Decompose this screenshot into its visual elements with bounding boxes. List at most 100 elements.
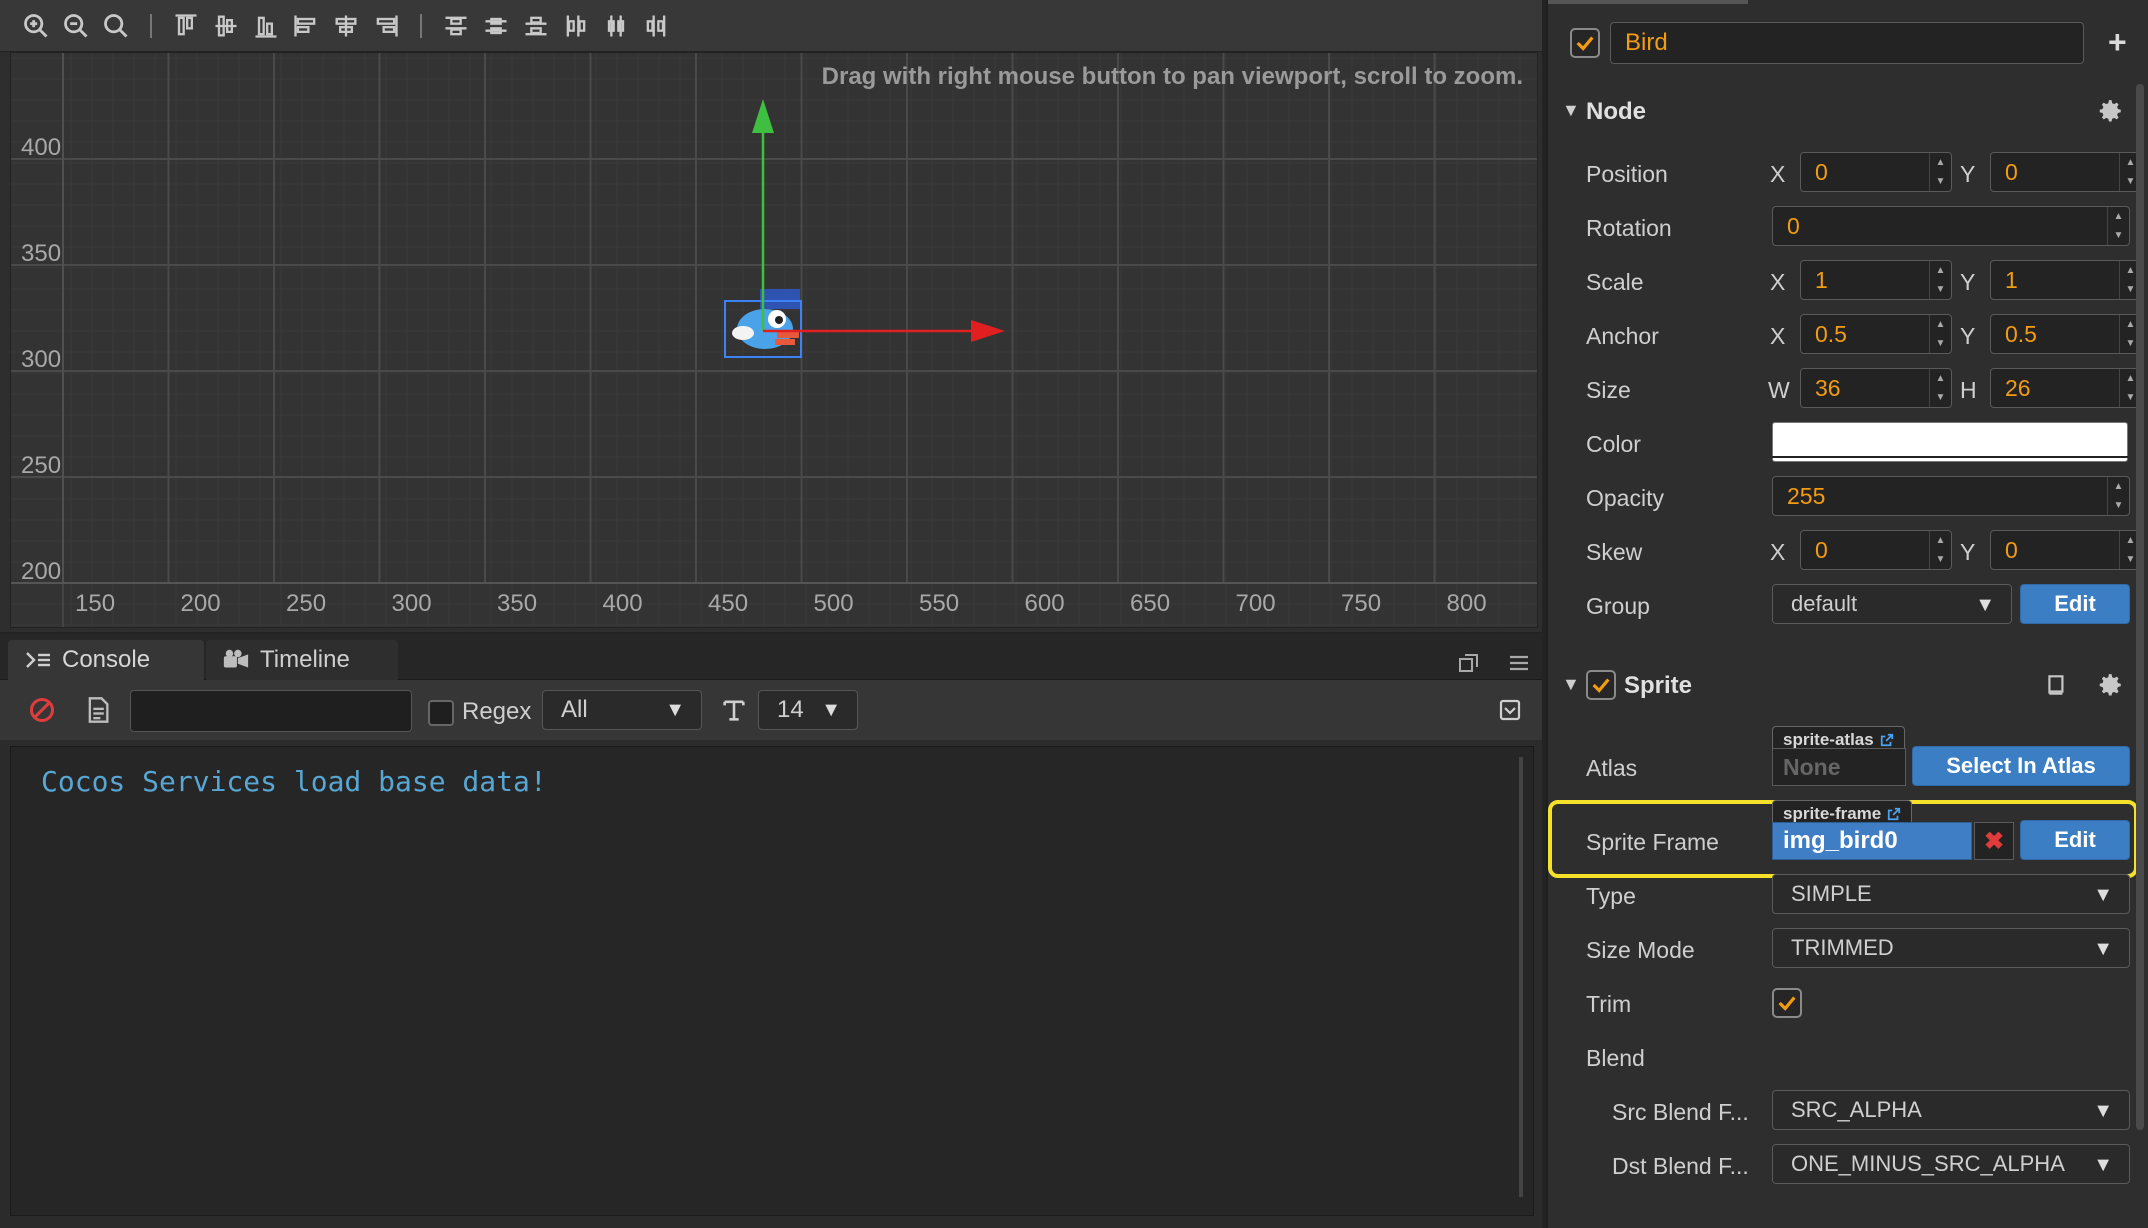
axis-y-label: Y	[1960, 323, 1976, 349]
distribute-h-center-icon[interactable]	[596, 6, 636, 46]
scale-x-input[interactable]: 1 ▲ ▼	[1800, 260, 1952, 300]
check-icon	[1778, 996, 1796, 1011]
regex-checkbox[interactable]	[428, 700, 454, 726]
stepper-icon[interactable]: ▲ ▼	[1929, 261, 1951, 299]
chevron-down-icon: ▼	[2093, 884, 2113, 906]
add-component-icon[interactable]: +	[2108, 24, 2127, 61]
scale-y-input[interactable]: 1 ▲ ▼	[1990, 260, 2142, 300]
y-tick-label: 300	[21, 346, 61, 373]
tab-timeline[interactable]: Timeline	[206, 640, 398, 680]
log-level-select[interactable]: All ▼	[542, 690, 702, 730]
skew-x-input[interactable]: 0 ▲ ▼	[1800, 530, 1952, 570]
help-book-icon[interactable]	[2044, 672, 2070, 698]
stepper-icon[interactable]: ▲ ▼	[1929, 369, 1951, 407]
scene-grid: 400 350 300 250 200 150 200 250 300 350 400 450 500 5…	[11, 53, 1537, 627]
size-label: Size	[1586, 377, 1631, 403]
align-bottom-icon[interactable]	[246, 6, 286, 46]
scene-viewport[interactable]: 400 350 300 250 200 150 200 250 300 350 400 450 500 5…	[10, 52, 1538, 628]
anchor-y-input[interactable]: 0.5 ▲ ▼	[1990, 314, 2142, 354]
group-select[interactable]: default ▼	[1772, 584, 2012, 624]
anchor-x-input[interactable]: 0.5 ▲ ▼	[1800, 314, 1952, 354]
font-size-icon	[723, 700, 745, 721]
clear-icon[interactable]: ✖	[1974, 822, 2014, 860]
open-log-file-icon[interactable]	[84, 696, 112, 724]
scene-panel: 400 350 300 250 200 150 200 250 300 350 400 450 500 5…	[0, 0, 1542, 632]
dst-blend-select[interactable]: ONE_MINUS_SRC_ALPHA ▼	[1772, 1144, 2130, 1184]
group-edit-button[interactable]: Edit	[2020, 584, 2130, 624]
console-filter-input[interactable]	[130, 690, 412, 732]
align-left-icon[interactable]	[286, 6, 326, 46]
zoom-out-icon[interactable]	[56, 6, 96, 46]
tab-console-label: Console	[62, 646, 151, 673]
position-y-value: 0	[2005, 158, 2018, 185]
font-size-value: 14	[777, 696, 804, 723]
check-icon	[1576, 36, 1594, 51]
distribute-bottom-icon[interactable]	[516, 6, 556, 46]
stepper-icon[interactable]: ▲ ▼	[1929, 315, 1951, 353]
distribute-top-icon[interactable]	[436, 6, 476, 46]
log-level-value: All	[561, 696, 588, 723]
stepper-icon[interactable]: ▲ ▼	[1929, 531, 1951, 569]
collapse-triangle-icon[interactable]: ▼	[1562, 674, 1580, 695]
align-top-icon[interactable]	[166, 6, 206, 46]
skew-y-input[interactable]: 0 ▲ ▼	[1990, 530, 2142, 570]
regex-label: Regex	[462, 698, 532, 725]
menu-icon[interactable]	[1508, 652, 1530, 674]
sprite-frame-field[interactable]: img_bird0	[1772, 822, 1972, 860]
size-h-value: 26	[2005, 374, 2031, 401]
collapse-icon[interactable]	[1498, 698, 1522, 722]
collapse-triangle-icon[interactable]: ▼	[1562, 100, 1580, 121]
axis-y-label: Y	[1960, 269, 1976, 295]
anchor-x-value: 0.5	[1815, 320, 1847, 347]
x-tick-label: 550	[919, 590, 959, 617]
stepper-icon[interactable]: ▲ ▼	[2107, 207, 2129, 245]
clear-console-icon[interactable]	[28, 696, 56, 724]
stepper-icon[interactable]: ▲ ▼	[1929, 153, 1951, 191]
src-blend-label: Src Blend F...	[1612, 1099, 1749, 1125]
gizmo-y-arrow	[752, 99, 774, 133]
node-name-field[interactable]: Bird	[1610, 22, 2084, 64]
chevron-down-icon: ▼	[2093, 938, 2113, 960]
src-blend-value: SRC_ALPHA	[1791, 1097, 1922, 1122]
font-size-select[interactable]: 14 ▼	[758, 690, 858, 730]
src-blend-select[interactable]: SRC_ALPHA ▼	[1772, 1090, 2130, 1130]
size-w-input[interactable]: 36 ▲ ▼	[1800, 368, 1952, 408]
position-label: Position	[1586, 161, 1668, 187]
tab-console[interactable]: Console	[8, 640, 204, 680]
distribute-left-icon[interactable]	[556, 6, 596, 46]
sprite-enabled-checkbox[interactable]	[1586, 670, 1616, 700]
scene-toolbar	[0, 0, 1542, 52]
type-select[interactable]: SIMPLE ▼	[1772, 874, 2130, 914]
atlas-field[interactable]: None	[1772, 748, 1906, 786]
align-h-center-icon[interactable]	[326, 6, 366, 46]
axis-x-label: X	[1770, 269, 1786, 295]
inspector-scrollbar[interactable]	[2136, 84, 2144, 1130]
node-section-title: Node	[1586, 98, 1646, 125]
distribute-right-icon[interactable]	[636, 6, 676, 46]
align-right-icon[interactable]	[366, 6, 406, 46]
align-v-center-icon[interactable]	[206, 6, 246, 46]
node-active-checkbox[interactable]	[1570, 28, 1600, 58]
dst-blend-value: ONE_MINUS_SRC_ALPHA	[1791, 1151, 2065, 1176]
zoom-in-icon[interactable]	[16, 6, 56, 46]
sprite-frame-edit-button[interactable]: Edit	[2020, 820, 2130, 860]
popout-icon[interactable]	[1458, 652, 1480, 674]
console-output[interactable]: Cocos Services load base data!	[10, 746, 1534, 1216]
scale-label: Scale	[1586, 269, 1644, 295]
trim-checkbox[interactable]	[1772, 988, 1802, 1018]
distribute-v-center-icon[interactable]	[476, 6, 516, 46]
position-y-input[interactable]: 0 ▲ ▼	[1990, 152, 2142, 192]
rotation-input[interactable]: 0 ▲ ▼	[1772, 206, 2130, 246]
size-mode-select[interactable]: TRIMMED ▼	[1772, 928, 2130, 968]
select-in-atlas-button[interactable]: Select In Atlas	[1912, 746, 2130, 786]
size-h-input[interactable]: 26 ▲ ▼	[1990, 368, 2142, 408]
gear-icon[interactable]	[2098, 672, 2124, 698]
stepper-icon[interactable]: ▲ ▼	[2107, 477, 2129, 515]
gear-icon[interactable]	[2098, 98, 2124, 124]
position-x-input[interactable]: 0 ▲ ▼	[1800, 152, 1952, 192]
opacity-input[interactable]: 255 ▲ ▼	[1772, 476, 2130, 516]
zoom-reset-icon[interactable]	[96, 6, 136, 46]
color-alpha-bar	[1772, 456, 2128, 458]
console-scrollbar[interactable]	[1519, 757, 1523, 1197]
color-label: Color	[1586, 431, 1641, 457]
